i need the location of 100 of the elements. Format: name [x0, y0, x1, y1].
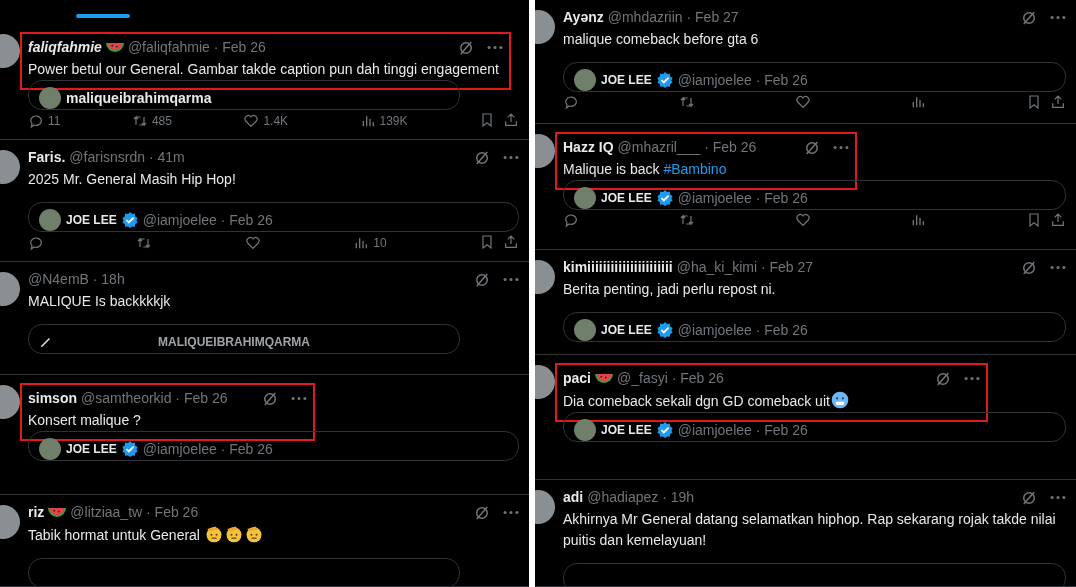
heart-icon [794, 94, 811, 110]
more-icon [487, 45, 503, 50]
avatar [574, 319, 596, 341]
quoted-post-card[interactable]: JOE LEE @iamjoelee · Feb 26 [28, 431, 519, 461]
user-name[interactable]: paci [563, 369, 591, 388]
reply-button[interactable] [563, 94, 579, 110]
tweet-text: Berita penting, jadi perlu repost ni. [563, 280, 777, 299]
like-button[interactable]: 1.4K [243, 112, 289, 130]
repost-button[interactable] [678, 212, 695, 228]
repost-button[interactable]: 485 [131, 112, 172, 130]
tweet-text: malique comeback before gta 6 [563, 30, 760, 49]
quoted-post-card[interactable]: MALIQUEIBRAHIMQARMA [28, 324, 461, 354]
share-icon[interactable] [1050, 212, 1066, 228]
quoted-post-card[interactable]: JOE LEE @iamjoelee · Feb 26 [563, 412, 1066, 442]
user-name[interactable]: riz [28, 503, 45, 522]
handle-time[interactable]: @hadiapez · 19h [587, 488, 695, 507]
bookmark-icon[interactable] [1026, 94, 1042, 110]
heart-icon [794, 212, 811, 228]
quoted-handle-time: @iamjoelee · Feb 26 [677, 70, 808, 90]
handle-time[interactable]: @ha_ki_kimi · Feb 27 [676, 258, 814, 277]
share-icon[interactable] [503, 234, 519, 250]
hashtag-link[interactable]: #Bambino [663, 161, 727, 177]
like-button[interactable] [244, 234, 261, 252]
more-button[interactable] [290, 396, 307, 401]
views-button[interactable] [910, 212, 927, 228]
more-button[interactable] [503, 510, 519, 515]
user-name[interactable]: kimiiiiiiiiiiiiiiiiiiiiii [563, 258, 673, 277]
repost-icon [136, 235, 153, 251]
handle-time[interactable]: @farisnsrdn · 41m [69, 148, 185, 167]
saluting-face-icon [224, 524, 244, 544]
saluting-face-icon [204, 524, 224, 544]
heart-icon [243, 113, 260, 129]
more-icon [1050, 265, 1066, 270]
more-button[interactable] [487, 45, 503, 50]
more-button[interactable] [503, 277, 519, 282]
views-button[interactable]: 139K [359, 112, 408, 130]
more-button[interactable] [832, 145, 849, 150]
views-button[interactable] [910, 94, 927, 110]
watermelon-icon [595, 374, 613, 383]
handle-time[interactable]: @samtheorkid · Feb 26 [81, 389, 228, 408]
user-name[interactable]: adi [563, 488, 584, 507]
heart-icon [244, 235, 261, 251]
like-button[interactable] [794, 94, 811, 110]
reply-button[interactable]: 11 [28, 112, 61, 130]
quoted-post-card[interactable]: JOE LEE @iamjoelee · Feb 26 [563, 180, 1066, 210]
tweet-text: MALIQUE Is backkkkjk [28, 292, 172, 311]
repost-icon [678, 212, 695, 228]
cold-face-icon [829, 390, 850, 410]
handle-time[interactable]: @mhazril___ · Feb 26 [617, 138, 757, 157]
bar-chart-icon [910, 212, 927, 228]
user-name[interactable]: faliqfahmie [28, 38, 102, 57]
quoted-post-card[interactable]: JOE LEE @iamjoelee · Feb 26 [563, 312, 1066, 342]
repost-icon [678, 94, 695, 110]
more-button[interactable] [1050, 15, 1066, 20]
quoted-post-card[interactable]: JOE LEE @iamjoelee · Feb 26 [28, 202, 519, 232]
quoted-handle-time: @iamjoelee · Feb 26 [677, 320, 808, 340]
user-name[interactable]: simson [28, 389, 77, 408]
reply-button[interactable] [28, 234, 44, 252]
handle-time[interactable]: @faliqfahmie · Feb 26 [127, 38, 266, 57]
avatar [574, 187, 596, 209]
quoted-post-card[interactable]: JOE LEE @iamjoelee · Feb 26 [563, 62, 1066, 92]
tweet-text: 2025 Mr. General Masih Hip Hop! [28, 170, 237, 189]
quoted-author-name: JOE LEE [601, 72, 652, 89]
bookmark-icon[interactable] [1026, 212, 1042, 228]
speech-bubble-icon [563, 94, 579, 110]
tweet-text: Malique is back #Bambino [563, 160, 728, 179]
like-button[interactable] [794, 212, 811, 228]
share-icon[interactable] [502, 112, 519, 128]
user-name[interactable]: Faris. [28, 148, 66, 167]
speech-bubble-icon [28, 235, 44, 251]
pencil-icon [39, 335, 53, 349]
more-button[interactable] [503, 155, 519, 160]
more-button[interactable] [1050, 495, 1066, 500]
handle-time[interactable]: @_fasyi · Feb 26 [617, 369, 724, 388]
more-icon [1050, 15, 1066, 20]
quoted-handle-time: @iamjoelee · Feb 26 [677, 420, 808, 440]
share-icon[interactable] [1050, 94, 1066, 110]
user-name[interactable]: Hazz IQ [563, 138, 614, 157]
avatar [574, 69, 596, 91]
bookmark-icon[interactable] [479, 234, 495, 250]
handle-time[interactable]: @litziaa_tw · Feb 26 [70, 503, 199, 522]
more-button[interactable] [1050, 265, 1066, 270]
quoted-post-card[interactable]: maliqueibrahimqarma [28, 80, 461, 110]
handle-time[interactable]: @N4emB · 18h [28, 270, 125, 289]
more-icon [503, 155, 519, 160]
handle-time[interactable]: @mhdazriin · Feb 27 [607, 8, 739, 27]
more-button[interactable] [963, 376, 980, 381]
more-icon [963, 376, 980, 381]
repost-button[interactable] [678, 94, 695, 110]
quoted-author-name: JOE LEE [66, 212, 117, 229]
quoted-author-name: JOE LEE [601, 190, 652, 207]
banner-title: MALIQUEIBRAHIMQARMA [158, 334, 310, 351]
reply-button[interactable] [563, 212, 579, 228]
quoted-handle-time: @iamjoelee · Feb 26 [677, 188, 808, 208]
tweet-text: Dia comeback sekali dgn GD comeback uit [563, 390, 980, 412]
profile-name: maliqueibrahimqarma [66, 88, 212, 108]
watermelon-icon [48, 508, 67, 517]
avatar [39, 87, 61, 109]
user-name[interactable]: Ayənz [563, 8, 604, 27]
views-button[interactable]: 10 [353, 234, 387, 252]
